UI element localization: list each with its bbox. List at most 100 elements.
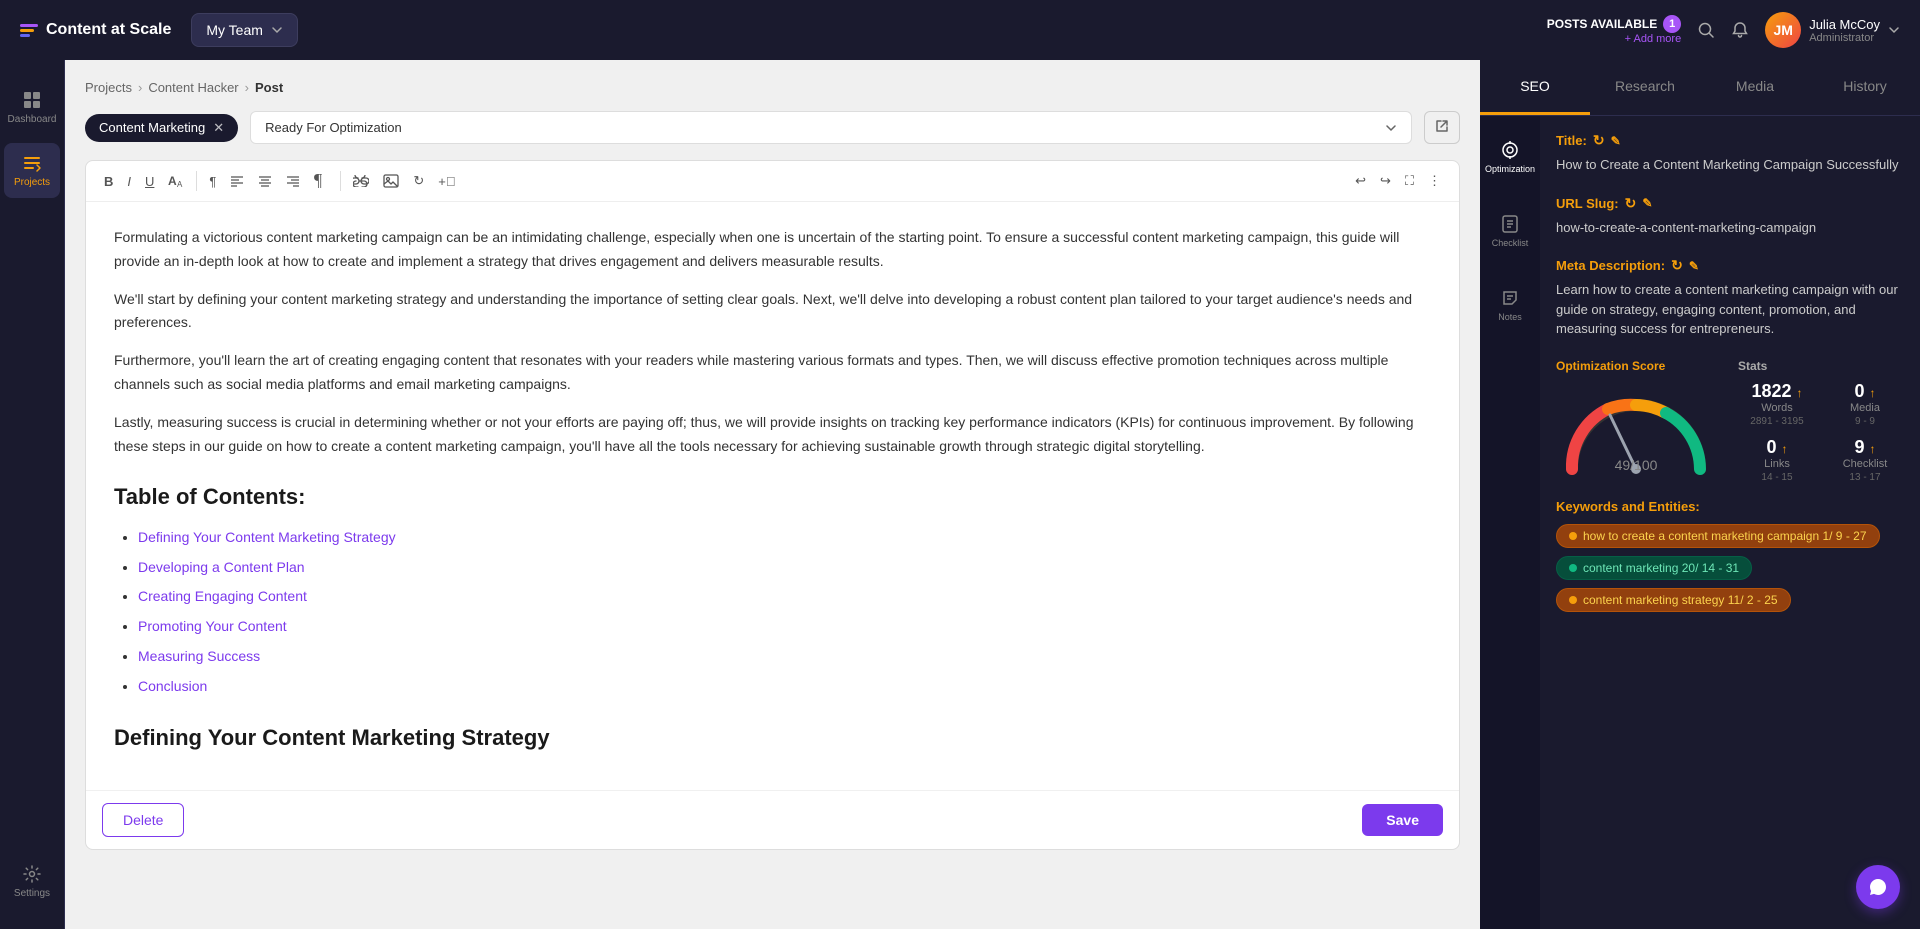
toc-item-1: Defining Your Content Marketing Strategy bbox=[138, 526, 1431, 550]
svg-text:A: A bbox=[168, 174, 177, 188]
title-section: Title: ↻ ✎ How to Create a Content Marke… bbox=[1556, 132, 1904, 175]
meta-edit-icon[interactable]: ✎ bbox=[1689, 259, 1699, 273]
keyword-tags: how to create a content marketing campai… bbox=[1556, 524, 1904, 612]
bell-icon bbox=[1731, 21, 1749, 39]
editor-toolbar-row: Content Marketing ✕ Ready For Optimizati… bbox=[85, 111, 1460, 144]
slug-edit-icon[interactable]: ✎ bbox=[1642, 196, 1652, 210]
app-name: Content at Scale bbox=[46, 21, 171, 39]
opt-icon-optimization[interactable]: Optimization bbox=[1484, 132, 1536, 182]
app-logo[interactable]: Content at Scale bbox=[20, 21, 171, 39]
logo-icon bbox=[20, 24, 38, 37]
align-center-button[interactable] bbox=[252, 170, 278, 192]
image-icon bbox=[383, 174, 399, 188]
tab-seo[interactable]: SEO bbox=[1480, 60, 1590, 115]
meta-refresh-icon[interactable]: ↻ bbox=[1671, 257, 1683, 274]
svg-text:A: A bbox=[177, 180, 183, 189]
tab-history[interactable]: History bbox=[1810, 60, 1920, 115]
posts-badge: 1 bbox=[1663, 15, 1681, 33]
options-button[interactable]: ⋮ bbox=[1422, 169, 1447, 193]
paragraph-2: We'll start by defining your content mar… bbox=[114, 288, 1431, 336]
more-button[interactable]: +⃝ bbox=[432, 170, 461, 193]
svg-text:¶: ¶ bbox=[314, 174, 322, 188]
toc-list: Defining Your Content Marketing Strategy… bbox=[138, 526, 1431, 699]
blockquote-button[interactable]: ¶ bbox=[308, 170, 334, 192]
team-dropdown[interactable]: My Team bbox=[191, 13, 298, 47]
settings-icon bbox=[22, 864, 42, 884]
tag-remove[interactable]: ✕ bbox=[213, 120, 224, 136]
blockquote-icon: ¶ bbox=[314, 174, 328, 188]
format-separator-2 bbox=[340, 171, 341, 191]
save-button[interactable]: Save bbox=[1362, 804, 1443, 836]
external-link-button[interactable] bbox=[1424, 111, 1460, 144]
toc-link-6[interactable]: Conclusion bbox=[138, 678, 207, 694]
main-layout: Projects › Content Hacker › Post Content… bbox=[65, 60, 1920, 929]
paragraph-4: Lastly, measuring success is crucial in … bbox=[114, 411, 1431, 459]
redo-button[interactable]: ↻ bbox=[407, 169, 430, 193]
align-center-icon bbox=[258, 174, 272, 188]
editor-content[interactable]: Formulating a victorious content marketi… bbox=[86, 202, 1459, 790]
opt-icon-notes[interactable]: Notes bbox=[1484, 280, 1536, 330]
fullscreen-button[interactable]: ⛶ bbox=[1399, 169, 1420, 193]
title-refresh-icon[interactable]: ↻ bbox=[1593, 132, 1605, 149]
notifications-button[interactable] bbox=[1731, 21, 1749, 39]
redo2-button[interactable]: ↪ bbox=[1374, 169, 1397, 193]
user-menu[interactable]: JM Julia McCoy Administrator bbox=[1765, 12, 1900, 48]
status-dropdown[interactable]: Ready For Optimization bbox=[250, 111, 1412, 144]
toc-link-2[interactable]: Developing a Content Plan bbox=[138, 559, 305, 575]
sidebar-item-settings[interactable]: Settings bbox=[4, 854, 60, 909]
checklist-label: Checklist bbox=[1492, 238, 1529, 248]
font-size-icon: A A bbox=[168, 173, 184, 189]
kw-tag-2[interactable]: content marketing 20/ 14 - 31 bbox=[1556, 556, 1752, 580]
title-label: Title: ↻ ✎ bbox=[1556, 132, 1904, 149]
opt-score-label: Optimization Score bbox=[1556, 359, 1722, 373]
left-sidebar: Dashboard Projects Settings bbox=[0, 60, 65, 929]
editor-footer: Delete Save bbox=[86, 790, 1459, 849]
right-panel: SEO Research Media History Optimization bbox=[1480, 60, 1920, 929]
nav-right: POSTS AVAILABLE 1 + Add more JM Julia Mc… bbox=[1547, 12, 1900, 48]
delete-button[interactable]: Delete bbox=[102, 803, 184, 837]
image-button[interactable] bbox=[377, 170, 405, 192]
title-edit-icon[interactable]: ✎ bbox=[1611, 134, 1621, 148]
checklist-icon bbox=[1500, 214, 1520, 234]
toc-link-5[interactable]: Measuring Success bbox=[138, 648, 260, 664]
keywords-label: Keywords and Entities: bbox=[1556, 499, 1904, 514]
tab-media[interactable]: Media bbox=[1700, 60, 1810, 115]
italic-button[interactable]: I bbox=[121, 170, 137, 193]
tag-label: Content Marketing bbox=[99, 120, 205, 135]
gauge-chart: 49/100 bbox=[1556, 381, 1716, 476]
toc-link-4[interactable]: Promoting Your Content bbox=[138, 618, 287, 634]
slug-refresh-icon[interactable]: ↻ bbox=[1625, 195, 1637, 212]
breadcrumb-sep-1: › bbox=[138, 80, 142, 95]
url-slug-label: URL Slug: ↻ ✎ bbox=[1556, 195, 1904, 212]
undo-button[interactable]: ↩ bbox=[1349, 169, 1372, 193]
add-more-link[interactable]: + Add more bbox=[1625, 33, 1682, 45]
toc-link-3[interactable]: Creating Engaging Content bbox=[138, 588, 307, 604]
align-right-button[interactable] bbox=[280, 170, 306, 192]
kw-dot-3 bbox=[1569, 596, 1577, 604]
kw-tag-1[interactable]: how to create a content marketing campai… bbox=[1556, 524, 1880, 548]
align-left-button[interactable] bbox=[224, 170, 250, 192]
underline-button[interactable]: U bbox=[139, 170, 160, 193]
breadcrumb-content-hacker[interactable]: Content Hacker bbox=[148, 80, 238, 95]
breadcrumb-projects[interactable]: Projects bbox=[85, 80, 132, 95]
sidebar-item-dashboard[interactable]: Dashboard bbox=[4, 80, 60, 135]
toc-item-5: Measuring Success bbox=[138, 645, 1431, 669]
link-button[interactable] bbox=[347, 171, 375, 191]
format-bar: B I U A A ¶ bbox=[86, 161, 1459, 202]
toc-heading: Table of Contents: bbox=[114, 478, 1431, 515]
toc-link-1[interactable]: Defining Your Content Marketing Strategy bbox=[138, 529, 396, 545]
search-button[interactable] bbox=[1697, 21, 1715, 39]
align-left-icon bbox=[230, 174, 244, 188]
opt-main-content: Title: ↻ ✎ How to Create a Content Marke… bbox=[1540, 116, 1920, 929]
breadcrumb-sep-2: › bbox=[245, 80, 249, 95]
gauge-score: 49/100 bbox=[1615, 450, 1658, 476]
tab-research[interactable]: Research bbox=[1590, 60, 1700, 115]
chat-button[interactable] bbox=[1856, 865, 1900, 909]
paragraph-button[interactable]: ¶ bbox=[203, 170, 222, 193]
sidebar-item-projects[interactable]: Projects bbox=[4, 143, 60, 198]
bold-button[interactable]: B bbox=[98, 170, 119, 193]
kw-tag-3[interactable]: content marketing strategy 11/ 2 - 25 bbox=[1556, 588, 1791, 612]
user-chevron-icon bbox=[1888, 24, 1900, 36]
opt-icon-checklist[interactable]: Checklist bbox=[1484, 206, 1536, 256]
font-size-button[interactable]: A A bbox=[162, 169, 190, 193]
